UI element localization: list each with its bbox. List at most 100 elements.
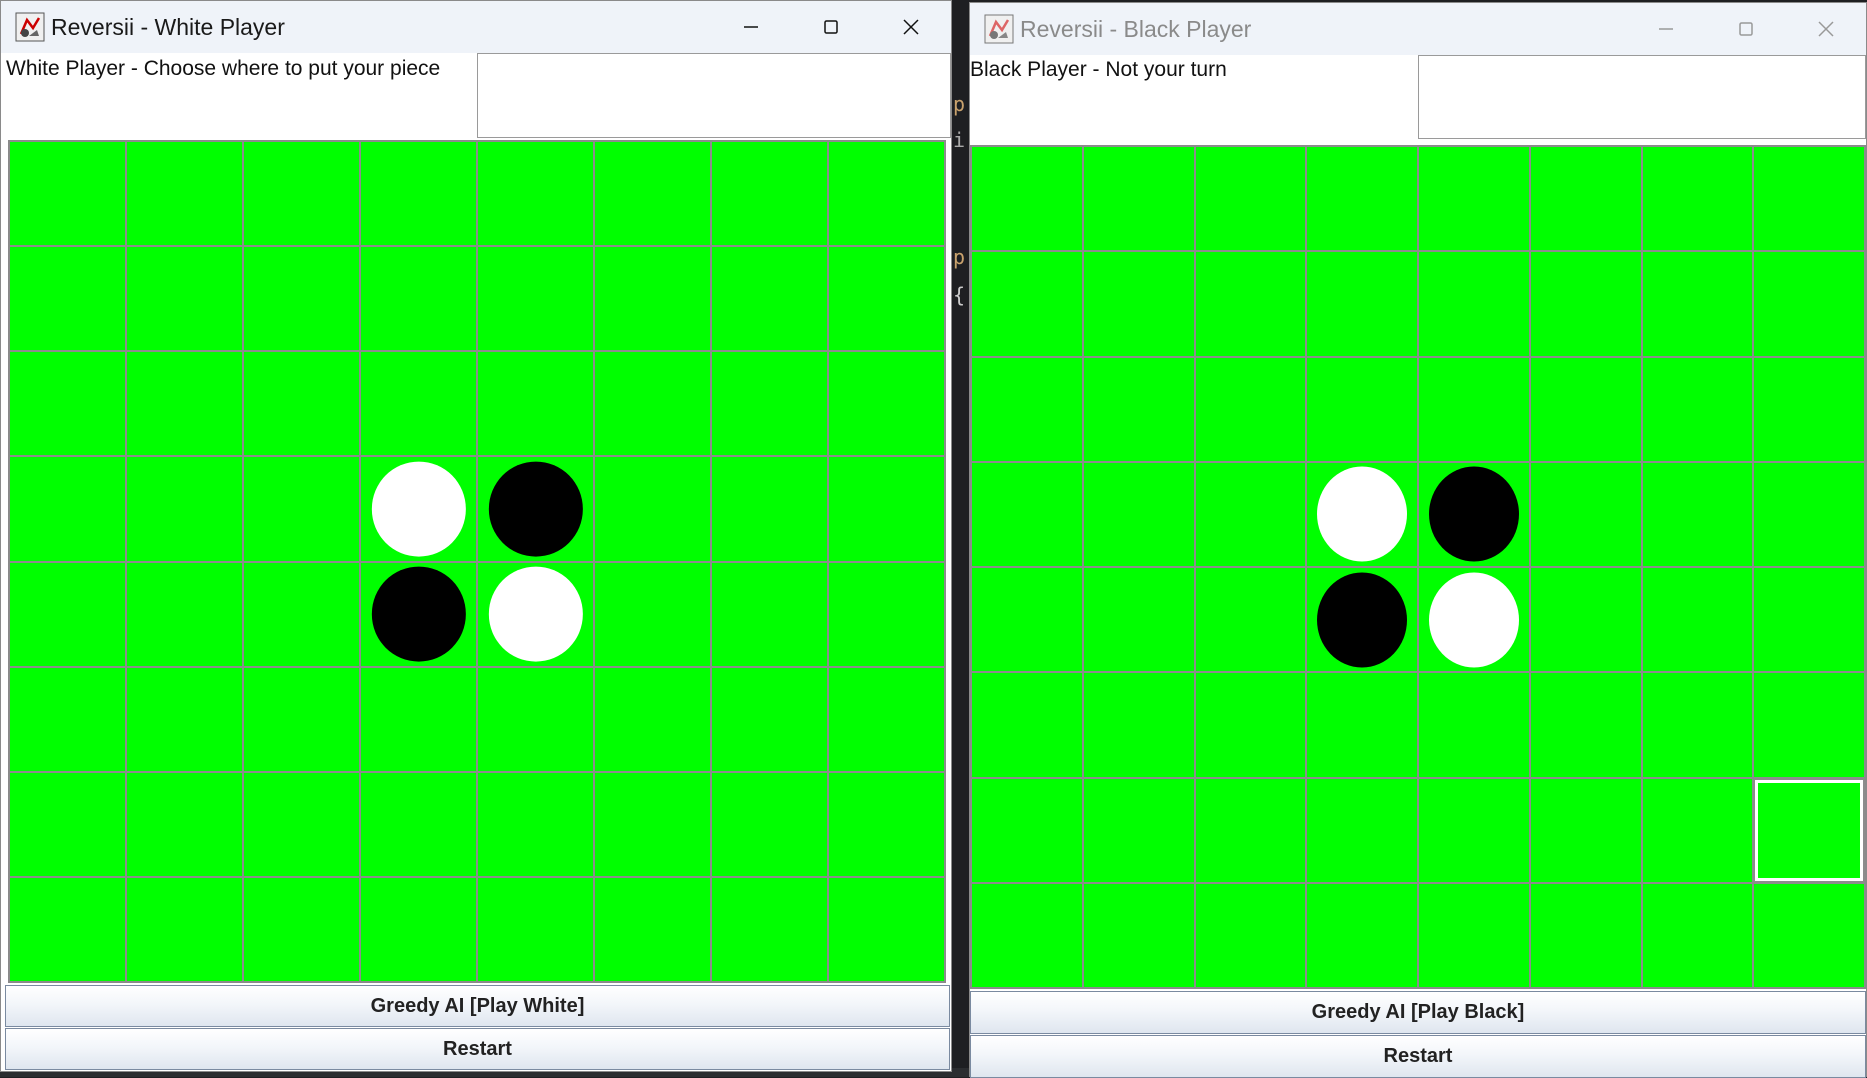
board-cell[interactable] bbox=[243, 666, 360, 772]
board-cell[interactable] bbox=[360, 141, 477, 247]
board-cell[interactable] bbox=[360, 876, 477, 982]
board-cell[interactable] bbox=[594, 771, 711, 877]
board-cell[interactable] bbox=[9, 771, 126, 877]
board-cell[interactable] bbox=[1641, 672, 1754, 778]
board-cell[interactable] bbox=[711, 666, 828, 772]
close-button[interactable] bbox=[1786, 3, 1866, 55]
minimize-button[interactable] bbox=[711, 1, 791, 53]
board-cell[interactable] bbox=[1753, 567, 1865, 673]
board-cell[interactable] bbox=[1082, 251, 1195, 357]
board-cell[interactable] bbox=[1194, 356, 1307, 462]
board-cell[interactable] bbox=[1753, 356, 1865, 462]
board-cell[interactable] bbox=[594, 351, 711, 457]
board-cell[interactable] bbox=[243, 351, 360, 457]
board-cell[interactable] bbox=[1194, 672, 1307, 778]
board-cell[interactable] bbox=[1306, 567, 1418, 673]
board-cell[interactable] bbox=[1529, 672, 1642, 778]
board-cell[interactable] bbox=[126, 561, 243, 667]
board-cell[interactable] bbox=[971, 882, 1083, 988]
board-cell[interactable] bbox=[1194, 882, 1307, 988]
board-cell[interactable] bbox=[971, 146, 1083, 252]
message-text-area[interactable] bbox=[1418, 55, 1866, 139]
board-cell[interactable] bbox=[594, 666, 711, 772]
board-cell[interactable] bbox=[360, 246, 477, 352]
board-cell[interactable] bbox=[1753, 672, 1865, 778]
board-cell[interactable] bbox=[477, 141, 594, 247]
board-cell[interactable] bbox=[9, 456, 126, 562]
board-cell[interactable] bbox=[243, 141, 360, 247]
board-cell[interactable] bbox=[243, 771, 360, 877]
board-cell[interactable] bbox=[971, 567, 1083, 673]
board-cell[interactable] bbox=[828, 456, 945, 562]
board-cell[interactable] bbox=[1194, 146, 1307, 252]
board-cell[interactable] bbox=[243, 456, 360, 562]
minimize-button[interactable] bbox=[1626, 3, 1706, 55]
board-cell[interactable] bbox=[126, 141, 243, 247]
board-cell[interactable] bbox=[711, 456, 828, 562]
board-cell[interactable] bbox=[1082, 567, 1195, 673]
board-cell[interactable] bbox=[9, 666, 126, 772]
board-cell[interactable] bbox=[360, 351, 477, 457]
board-cell[interactable] bbox=[360, 771, 477, 877]
window-titlebar[interactable]: Reversii - White Player bbox=[1, 1, 951, 53]
board-cell[interactable] bbox=[477, 351, 594, 457]
board-cell[interactable] bbox=[9, 561, 126, 667]
board-cell[interactable] bbox=[1082, 777, 1195, 883]
board-cell[interactable] bbox=[594, 456, 711, 562]
restart-button[interactable]: Restart bbox=[5, 1028, 950, 1070]
board-cell[interactable] bbox=[1529, 461, 1642, 567]
board-cell[interactable] bbox=[126, 771, 243, 877]
board-cell[interactable] bbox=[1529, 251, 1642, 357]
board-cell[interactable] bbox=[126, 666, 243, 772]
board-cell[interactable] bbox=[828, 561, 945, 667]
board-cell[interactable] bbox=[126, 876, 243, 982]
close-button[interactable] bbox=[871, 1, 951, 53]
board-cell[interactable] bbox=[594, 141, 711, 247]
board-cell[interactable] bbox=[360, 666, 477, 772]
board-cell[interactable] bbox=[1529, 882, 1642, 988]
board-cell[interactable] bbox=[971, 777, 1083, 883]
board-cell[interactable] bbox=[828, 666, 945, 772]
board-cell[interactable] bbox=[1082, 146, 1195, 252]
board-cell[interactable] bbox=[1418, 672, 1530, 778]
board-cell[interactable] bbox=[9, 876, 126, 982]
board-cell[interactable] bbox=[971, 251, 1083, 357]
board-cell[interactable] bbox=[1194, 777, 1307, 883]
board-cell[interactable] bbox=[1418, 882, 1530, 988]
board-cell[interactable] bbox=[9, 141, 126, 247]
message-text-area[interactable] bbox=[477, 53, 951, 138]
board-cell[interactable] bbox=[477, 246, 594, 352]
board-cell[interactable] bbox=[828, 771, 945, 877]
greedy-ai-button[interactable]: Greedy AI [Play Black] bbox=[970, 991, 1866, 1034]
board-cell[interactable] bbox=[1418, 251, 1530, 357]
board-cell[interactable] bbox=[971, 672, 1083, 778]
board-cell[interactable] bbox=[1306, 882, 1418, 988]
board-cell[interactable] bbox=[243, 246, 360, 352]
board-cell[interactable] bbox=[828, 351, 945, 457]
board-cell[interactable] bbox=[1529, 777, 1642, 883]
board-cell[interactable] bbox=[1753, 251, 1865, 357]
window-titlebar[interactable]: Reversii - Black Player bbox=[970, 3, 1866, 55]
board-cell[interactable] bbox=[477, 771, 594, 877]
board-cell[interactable] bbox=[711, 351, 828, 457]
board-cell[interactable] bbox=[1082, 882, 1195, 988]
board-cell[interactable] bbox=[828, 246, 945, 352]
board-cell[interactable] bbox=[243, 561, 360, 667]
board-cell[interactable] bbox=[1529, 146, 1642, 252]
board-cell[interactable] bbox=[477, 561, 594, 667]
board-cell[interactable] bbox=[1082, 672, 1195, 778]
board-cell[interactable] bbox=[1306, 672, 1418, 778]
board-cell[interactable] bbox=[1306, 251, 1418, 357]
board-cell[interactable] bbox=[1082, 356, 1195, 462]
maximize-button[interactable] bbox=[1706, 3, 1786, 55]
board-cell[interactable] bbox=[1306, 356, 1418, 462]
board-cell[interactable] bbox=[1082, 461, 1195, 567]
board-cell[interactable] bbox=[594, 561, 711, 667]
board-cell[interactable] bbox=[971, 461, 1083, 567]
board-cell[interactable] bbox=[1641, 356, 1754, 462]
board-cell[interactable] bbox=[1306, 146, 1418, 252]
board-cell[interactable] bbox=[1306, 461, 1418, 567]
board-cell[interactable] bbox=[711, 141, 828, 247]
board-cell[interactable] bbox=[126, 456, 243, 562]
board-cell[interactable] bbox=[711, 876, 828, 982]
